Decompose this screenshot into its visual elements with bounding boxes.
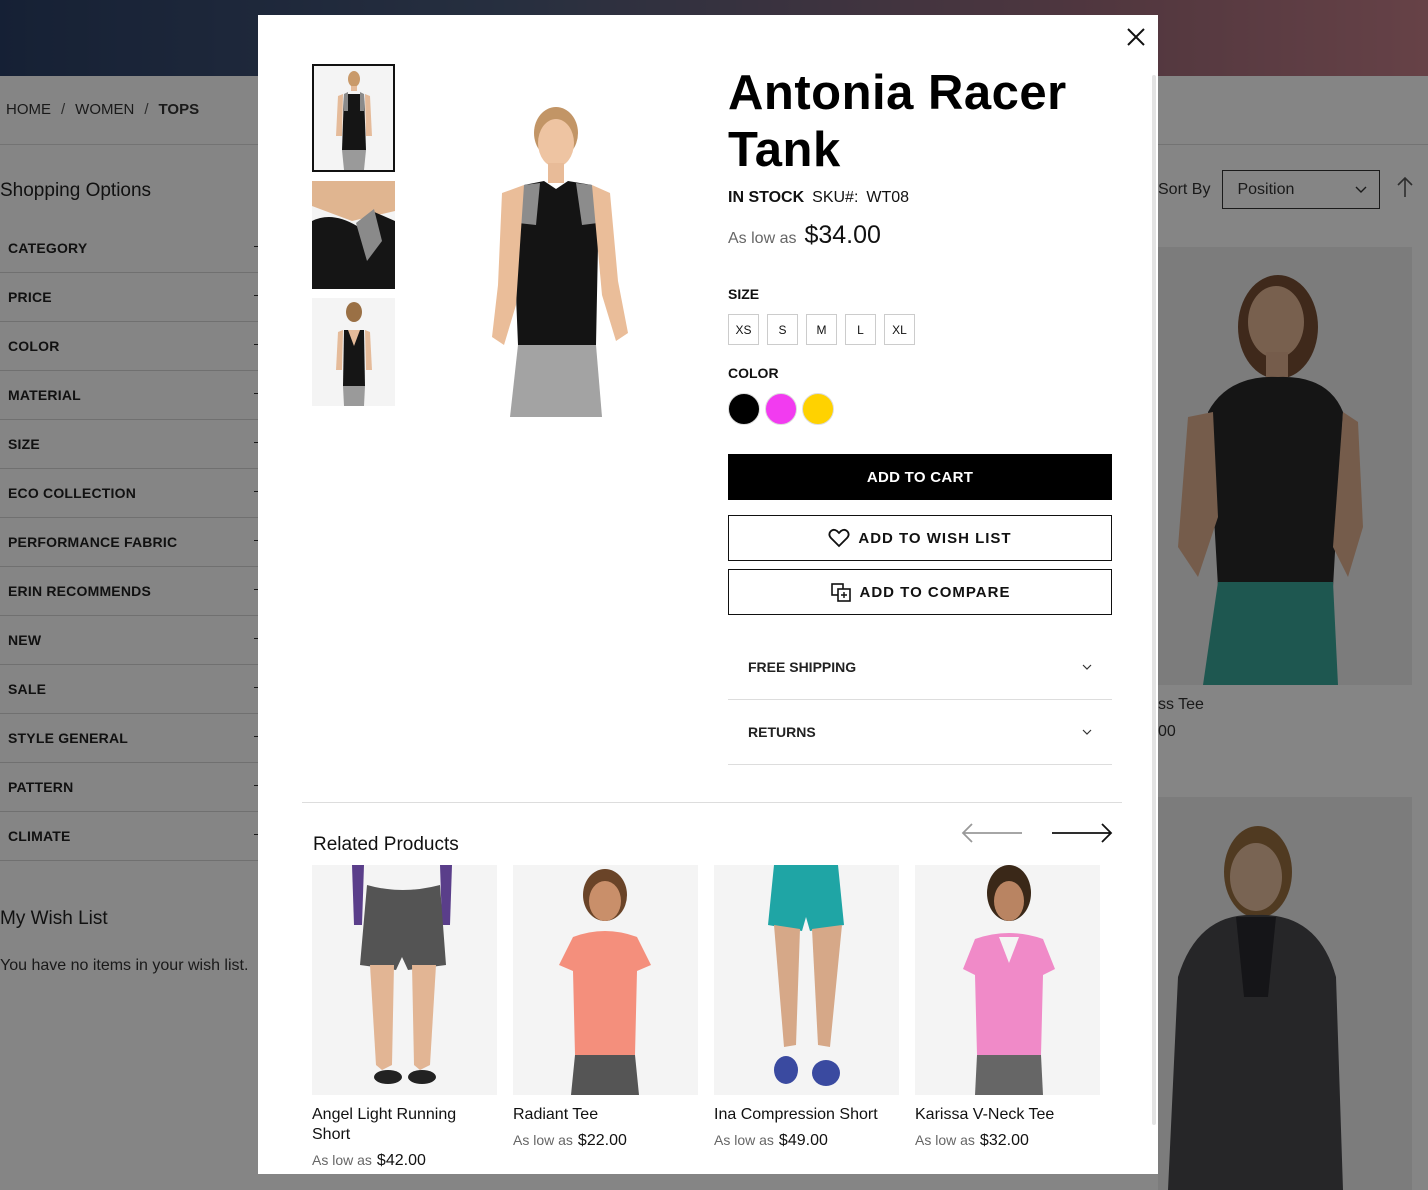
close-icon — [1127, 28, 1145, 46]
related-product-price-row: As low as $42.00 — [312, 1152, 497, 1170]
main-product-image[interactable] — [484, 105, 644, 417]
related-product-card[interactable]: Karissa V-Neck Tee As low as $32.00 — [915, 865, 1100, 1170]
stock-status: IN STOCK — [728, 189, 805, 206]
related-product-name[interactable]: Angel Light Running Short — [312, 1105, 497, 1145]
thumbnail-front[interactable] — [312, 64, 395, 172]
chevron-down-icon — [1082, 729, 1092, 735]
thumbnail-image — [336, 302, 372, 406]
quick-view-modal: Antonia Racer Tank IN STOCK SKU#: WT08 A… — [258, 15, 1158, 1174]
thumbnail-list — [312, 64, 396, 415]
info-accordion: FREE SHIPPING RETURNS — [728, 635, 1112, 765]
as-low-as-label: As low as — [312, 1152, 372, 1168]
related-product-price: $22.00 — [577, 1132, 627, 1149]
arrow-right-icon[interactable] — [1050, 821, 1114, 845]
as-low-as-label: As low as — [728, 230, 797, 247]
chevron-down-icon — [1082, 664, 1092, 670]
accordion-free-shipping[interactable]: FREE SHIPPING — [728, 635, 1112, 700]
related-product-name[interactable]: Ina Compression Short — [714, 1105, 899, 1125]
thumbnail-image — [336, 71, 372, 170]
color-options — [728, 393, 1112, 425]
scrollbar[interactable] — [1152, 75, 1156, 1125]
stock-row: IN STOCK SKU#: WT08 — [728, 189, 1112, 207]
divider — [302, 802, 1122, 803]
color-swatch-black[interactable] — [728, 393, 760, 425]
product-photo — [768, 865, 844, 1086]
product-photo — [963, 865, 1055, 1095]
as-low-as-label: As low as — [714, 1132, 774, 1148]
size-option-xs[interactable]: XS — [728, 314, 759, 345]
related-product-price: $32.00 — [979, 1132, 1029, 1149]
accordion-returns[interactable]: RETURNS — [728, 700, 1112, 765]
related-product-price-row: As low as $22.00 — [513, 1132, 698, 1150]
color-label: COLOR — [728, 365, 779, 381]
accordion-title: FREE SHIPPING — [748, 659, 857, 675]
related-product-image[interactable] — [513, 865, 698, 1095]
add-to-compare-button[interactable]: ADD TO COMPARE — [728, 569, 1112, 615]
close-button[interactable] — [1122, 23, 1150, 51]
related-product-card[interactable]: Angel Light Running Short As low as $42.… — [312, 865, 497, 1170]
sku-value: WT08 — [866, 189, 910, 206]
related-product-image[interactable] — [915, 865, 1100, 1095]
add-to-compare-label: ADD TO COMPARE — [859, 583, 1011, 601]
related-product-price-row: As low as $32.00 — [915, 1132, 1100, 1150]
thumbnail-back[interactable] — [312, 298, 395, 406]
heart-icon — [828, 528, 850, 548]
as-low-as-label: As low as — [513, 1132, 573, 1148]
related-products-title: Related Products — [313, 834, 459, 855]
add-to-wishlist-button[interactable]: ADD TO WISH LIST — [728, 515, 1112, 561]
accordion-title: RETURNS — [748, 724, 816, 740]
related-product-card[interactable]: Radiant Tee As low as $22.00 — [513, 865, 698, 1170]
size-option-s[interactable]: S — [767, 314, 798, 345]
related-product-price-row: As low as $49.00 — [714, 1132, 899, 1150]
as-low-as-label: As low as — [915, 1132, 975, 1148]
related-product-price: $42.00 — [376, 1152, 426, 1169]
product-title: Antonia Racer Tank — [728, 66, 1067, 177]
add-to-cart-button[interactable]: ADD TO CART — [728, 454, 1112, 500]
thumbnail-image — [312, 181, 395, 289]
arrow-left-icon[interactable] — [960, 821, 1024, 845]
sku-label: SKU#: — [812, 189, 859, 206]
size-options: XS S M L XL — [728, 314, 1112, 345]
related-product-name[interactable]: Radiant Tee — [513, 1105, 698, 1125]
product-photo — [352, 865, 452, 1084]
size-label: SIZE — [728, 286, 760, 302]
related-product-image[interactable] — [714, 865, 899, 1095]
size-option-m[interactable]: M — [806, 314, 837, 345]
size-option-xl[interactable]: XL — [884, 314, 915, 345]
compare-icon — [830, 583, 851, 602]
related-product-price: $49.00 — [778, 1132, 828, 1149]
price-row: As low as $34.00 — [728, 221, 1112, 250]
product-price: $34.00 — [804, 221, 881, 249]
product-photo — [559, 869, 651, 1095]
color-swatch-yellow[interactable] — [802, 393, 834, 425]
add-to-wishlist-label: ADD TO WISH LIST — [858, 529, 1012, 547]
related-product-image[interactable] — [312, 865, 497, 1095]
thumbnail-side[interactable] — [312, 181, 395, 289]
related-products-list: Angel Light Running Short As low as $42.… — [312, 865, 1100, 1170]
related-product-card[interactable]: Ina Compression Short As low as $49.00 — [714, 865, 899, 1170]
color-swatch-pink[interactable] — [765, 393, 797, 425]
product-info: Antonia Racer Tank IN STOCK SKU#: WT08 A… — [728, 65, 1112, 765]
related-product-name[interactable]: Karissa V-Neck Tee — [915, 1105, 1100, 1125]
size-option-l[interactable]: L — [845, 314, 876, 345]
